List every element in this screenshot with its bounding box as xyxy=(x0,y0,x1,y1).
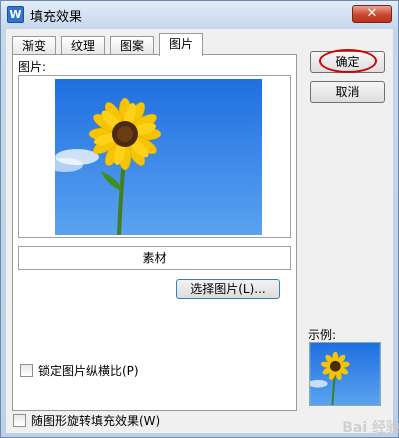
tab-picture[interactable]: 图片 xyxy=(159,33,204,56)
baidu-jingyan-watermark: Bai 经验 xyxy=(342,420,399,436)
tab-pattern[interactable]: 图案 xyxy=(110,36,155,55)
lock-aspect-ratio-checkbox[interactable] xyxy=(20,364,33,377)
tab-gradient[interactable]: 渐变 xyxy=(12,36,57,55)
rotate-with-shape-checkbox[interactable] xyxy=(13,414,26,427)
ok-highlight-circle xyxy=(319,49,377,73)
dialog-body: 渐变 纹理 图案 图片 图片: 素材 选择图片(L)... 锁定图片纵横比(P)… xyxy=(6,29,399,436)
sample-preview-image xyxy=(309,342,381,406)
sample-label: 示例: xyxy=(308,328,337,342)
picture-preview-frame xyxy=(18,75,291,238)
fill-effects-dialog: W 填充效果 ✕ 渐变 纹理 图案 图片 图片: 素材 选择图片(L)... 锁… xyxy=(0,0,399,438)
ok-button[interactable]: 确定 xyxy=(310,49,385,73)
window-title: 填充效果 xyxy=(30,10,83,25)
title-bar[interactable]: W 填充效果 ✕ xyxy=(1,1,398,28)
picture-tab-panel: 图片: 素材 选择图片(L)... 锁定图片纵横比(P) xyxy=(12,54,297,411)
sunflower-preview-image xyxy=(55,79,262,235)
select-picture-button[interactable]: 选择图片(L)... xyxy=(176,279,280,299)
lock-aspect-ratio-label: 锁定图片纵横比(P) xyxy=(38,364,139,378)
picture-label: 图片: xyxy=(18,60,47,74)
picture-name-field: 素材 xyxy=(18,246,291,270)
tab-texture[interactable]: 纹理 xyxy=(61,36,106,55)
rotate-with-shape-label: 随图形旋转填充效果(W) xyxy=(31,414,161,428)
wps-writer-icon: W xyxy=(7,6,24,23)
close-button[interactable]: ✕ xyxy=(352,5,392,23)
cancel-button[interactable]: 取消 xyxy=(310,81,385,103)
